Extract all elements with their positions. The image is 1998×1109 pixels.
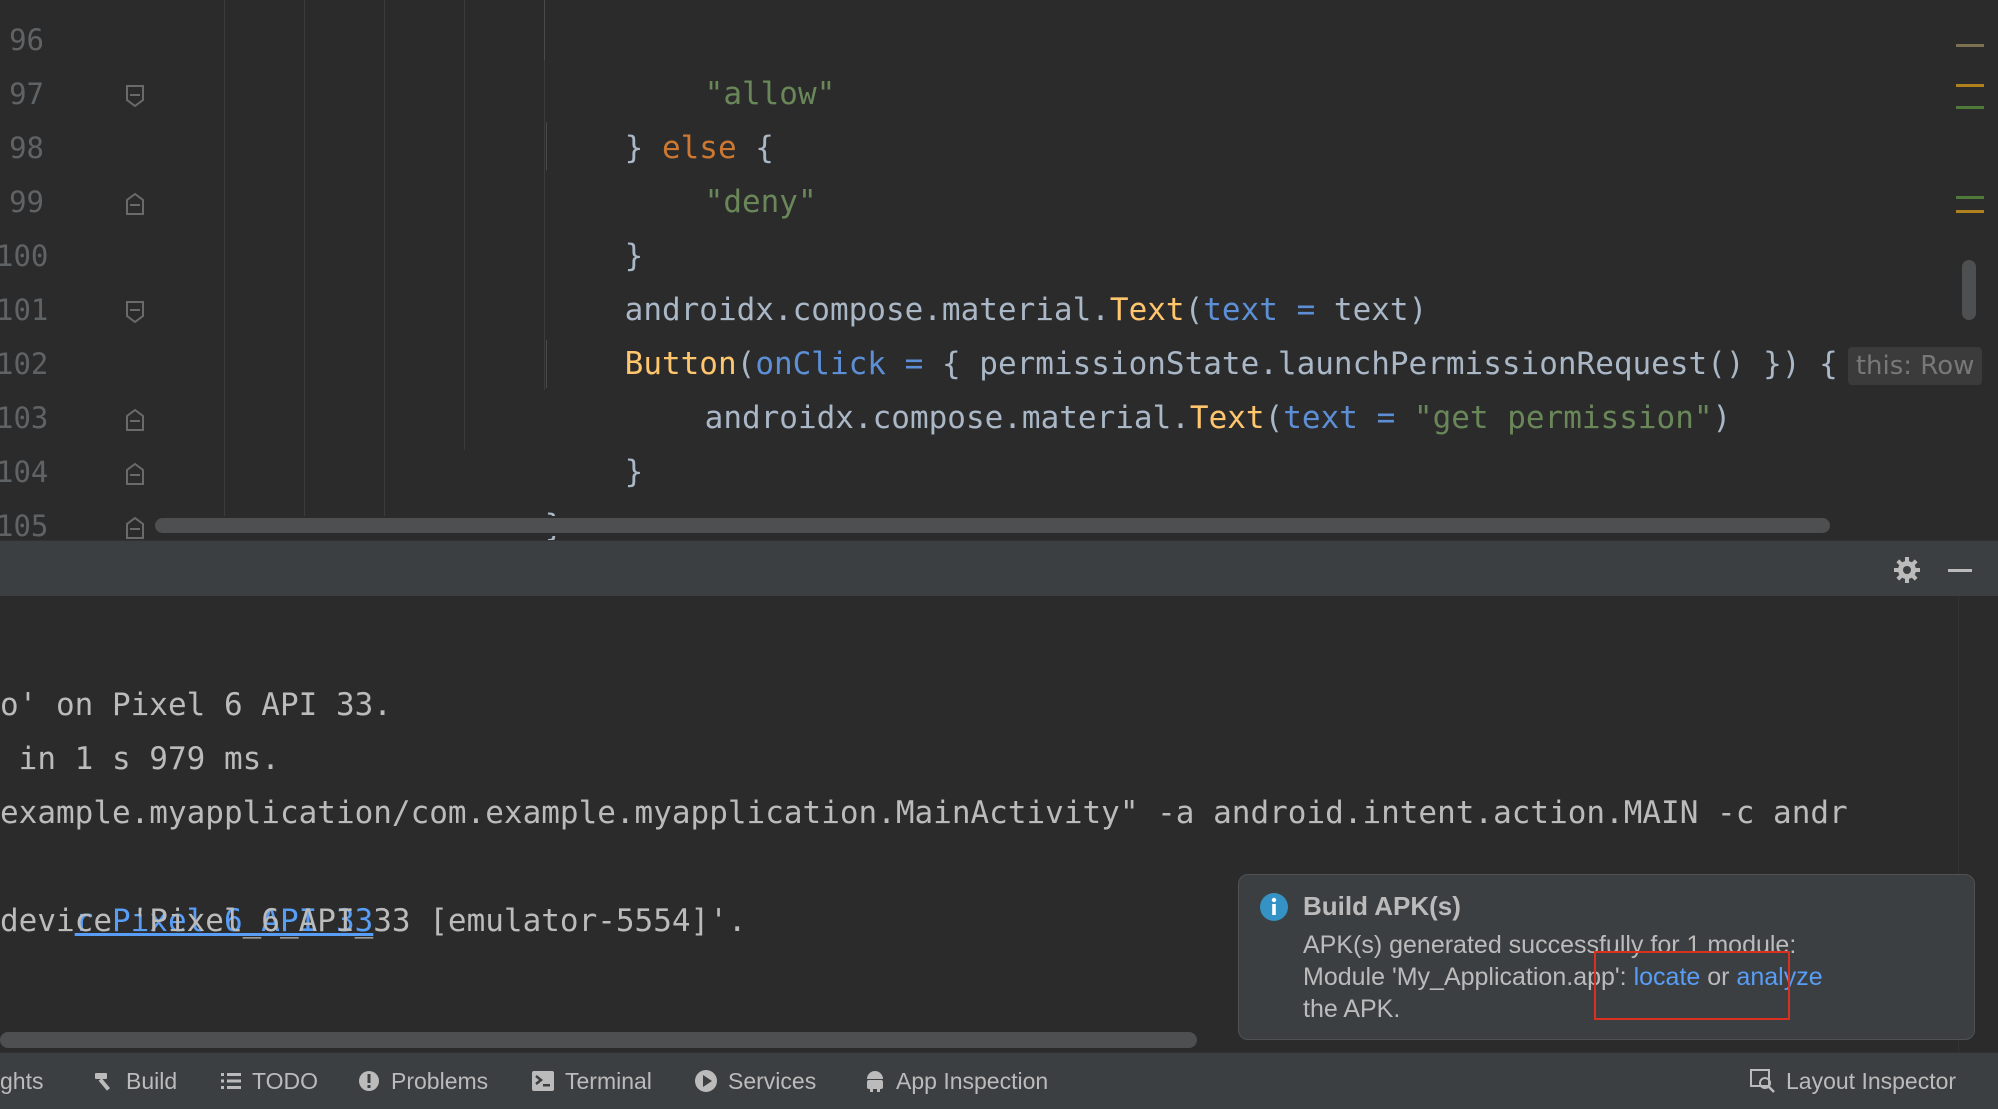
code-line[interactable]: androidx.compose.material.Text(text = "g… (630, 337, 1732, 436)
tab-terminal[interactable]: Terminal (531, 1053, 652, 1109)
indent-guide (224, 0, 225, 516)
build-notification[interactable]: Build APK(s) APK(s) generated successful… (1238, 874, 1975, 1040)
console-line: r Pixel 6 API 33 (0, 840, 374, 939)
string-literal: "get permission" (1413, 400, 1713, 436)
tab-problems[interactable]: Problems (357, 1053, 488, 1109)
layout-inspector-icon (1750, 1069, 1776, 1093)
code-line[interactable]: Button(onClick = { permissionState.launc… (550, 283, 1983, 385)
code-line[interactable]: } (550, 391, 644, 490)
services-play-icon (694, 1069, 718, 1093)
line-number: 102 (0, 347, 49, 381)
indent-guide (546, 340, 547, 388)
change-marker[interactable] (1956, 106, 1984, 109)
notification-body: APK(s) generated successfully for 1 modu… (1303, 929, 1953, 1025)
fold-end-icon[interactable] (125, 462, 145, 486)
tab-label: App Inspection (896, 1068, 1049, 1094)
tab-services[interactable]: Services (694, 1053, 816, 1109)
code-line[interactable]: } else { (550, 67, 774, 166)
function-name: Text (1189, 400, 1265, 436)
indent-guide (384, 0, 385, 516)
console-line: example.myapplication/com.example.myappl… (0, 795, 1848, 831)
notification-module-text: Module 'My_Application.app': (1303, 963, 1634, 991)
line-number: 100 (0, 239, 49, 273)
code-line[interactable]: "deny" (630, 121, 817, 220)
fold-end-icon[interactable] (125, 516, 145, 540)
tab-label: ghts (0, 1068, 44, 1094)
fold-end-icon[interactable] (125, 192, 145, 216)
analyze-link[interactable]: analyze (1736, 963, 1822, 991)
notification-or-text: or (1700, 963, 1737, 991)
line-number: 99 (9, 185, 44, 219)
change-marker[interactable] (1956, 210, 1984, 213)
console-line: in 1 s 979 ms. (0, 741, 280, 777)
tab-build[interactable]: Build (92, 1053, 177, 1109)
tab-label: Services (728, 1068, 817, 1094)
indent-guide (464, 0, 465, 450)
code-editor[interactable]: 96 97 98 99 100 101 102 103 104 105 "all… (0, 0, 1998, 540)
list-icon (220, 1070, 242, 1092)
tab-app-quality-insights[interactable]: ghts (0, 1053, 43, 1109)
tab-label: Build (126, 1068, 178, 1094)
line-number: 98 (9, 131, 44, 165)
paren: ) (1712, 400, 1732, 436)
locate-link[interactable]: locate (1634, 963, 1701, 991)
qualifier: androidx.compose.material. (704, 400, 1190, 436)
change-marker[interactable] (1956, 84, 1984, 87)
minimize-icon[interactable] (1945, 555, 1975, 585)
tab-label: Problems (391, 1068, 489, 1094)
warning-circle-icon (357, 1069, 381, 1093)
tab-todo[interactable]: TODO (220, 1053, 318, 1109)
code-line[interactable]: "allow" (630, 13, 836, 112)
indent-guide (304, 0, 305, 516)
editor-gutter: 96 97 98 99 100 101 102 103 104 105 (0, 0, 148, 540)
indent-guide (544, 0, 545, 60)
console-line: device 'Pixel_6_API_33 [emulator-5554]'. (0, 903, 747, 939)
notification-title: Build APK(s) (1303, 891, 1461, 921)
line-number: 104 (0, 455, 49, 489)
console-line: o' on Pixel 6 API 33. (0, 687, 392, 723)
notification-line: APK(s) generated successfully for 1 modu… (1303, 931, 1797, 959)
code-line[interactable]: } (470, 445, 564, 540)
equals: = (1357, 400, 1414, 436)
line-number: 96 (9, 23, 44, 57)
string-literal: "deny" (704, 184, 817, 220)
gear-icon[interactable] (1892, 555, 1922, 585)
tab-label: TODO (252, 1068, 319, 1094)
tab-label: Terminal (565, 1068, 652, 1094)
info-icon (1259, 892, 1289, 922)
android-icon (864, 1069, 886, 1093)
fold-end-icon[interactable] (125, 408, 145, 432)
code-line[interactable]: } (550, 175, 644, 274)
tool-window-header (0, 540, 1998, 597)
change-marker[interactable] (1956, 44, 1984, 47)
line-number: 97 (9, 77, 44, 111)
console-horizontal-scrollbar[interactable] (0, 1032, 1197, 1048)
brace: } (624, 454, 644, 490)
indent-guide (546, 122, 547, 170)
notification-line: the APK. (1303, 995, 1401, 1023)
hammer-icon (92, 1069, 116, 1093)
paren: ( (1264, 400, 1284, 436)
parameter-name: text (1283, 400, 1358, 436)
terminal-icon (531, 1070, 555, 1092)
notification-line: Module 'My_Application.app': locate or a… (1303, 961, 1953, 993)
tab-label: Layout Inspector (1786, 1068, 1957, 1094)
tab-layout-inspector[interactable]: Layout Inspector (1750, 1053, 1956, 1109)
line-number: 103 (0, 401, 49, 435)
horizontal-scrollbar[interactable] (155, 518, 1830, 533)
code-line[interactable]: androidx.compose.material.Text(text = te… (550, 229, 1428, 328)
change-marker[interactable] (1956, 196, 1984, 199)
fold-start-icon[interactable] (125, 300, 145, 324)
tab-app-inspection[interactable]: App Inspection (864, 1053, 1048, 1109)
line-number: 101 (0, 293, 49, 327)
fold-end-icon[interactable] (125, 84, 145, 108)
line-number: 105 (0, 509, 49, 540)
vertical-scrollbar[interactable] (1962, 260, 1976, 320)
bottom-tool-bar: ghts Build TODO Problems Terminal Servic… (0, 1052, 1998, 1109)
